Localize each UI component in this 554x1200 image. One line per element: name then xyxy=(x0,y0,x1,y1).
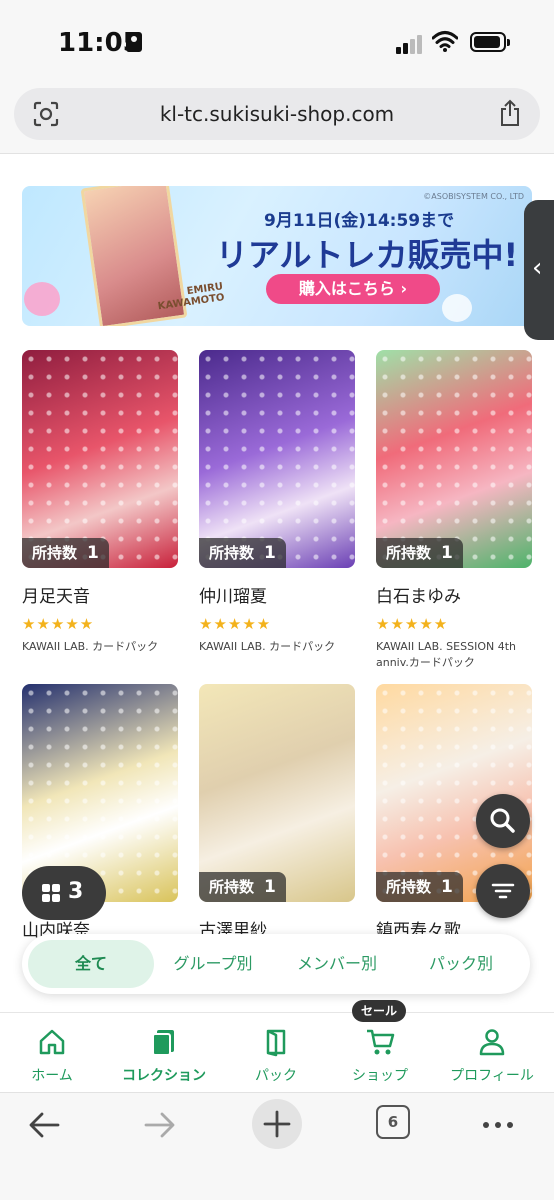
status-bar: 11:05 xyxy=(0,0,554,80)
nav-home-label: ホーム xyxy=(31,1068,73,1084)
promo-banner[interactable]: ©ASOBISYSTEM CO., LTD EMIRU KAWAMOTO 9月1… xyxy=(22,186,532,326)
owned-count-badge: 所持数 1 xyxy=(376,538,463,568)
search-button[interactable] xyxy=(476,794,530,848)
banner-headline: リアルトレカ販売中! xyxy=(215,236,519,274)
owned-count-badge: 所持数 1 xyxy=(199,538,286,568)
new-tab-button[interactable] xyxy=(252,1099,302,1149)
nav-collection-label: コレクション xyxy=(122,1068,206,1084)
card-item[interactable]: 所持数 1 白石まゆみ ★★★★★ KAWAII LAB. SESSION 4th… xyxy=(376,350,532,671)
nav-pack-label: パック xyxy=(255,1068,297,1084)
tab-by-group[interactable]: グループ別 xyxy=(150,940,276,988)
app-bottom-nav: ホーム コレクション パック ショップ プロフィール xyxy=(0,1012,554,1092)
card-name: 月足天音 xyxy=(22,587,90,607)
banner-copyright: ©ASOBISYSTEM CO., LTD xyxy=(423,192,524,201)
heart-decoration xyxy=(24,282,60,316)
nav-profile[interactable]: プロフィール xyxy=(442,1027,542,1085)
pack-icon xyxy=(266,1029,286,1057)
tabs-icon[interactable]: 6 xyxy=(376,1105,410,1139)
rarity-stars: ★★★★★ xyxy=(199,615,272,633)
card-pack: KAWAII LAB. カードパック xyxy=(199,640,336,653)
rarity-stars: ★★★★★ xyxy=(22,615,95,633)
nav-home[interactable]: ホーム xyxy=(2,1027,102,1085)
card-image[interactable]: 所持数 1 xyxy=(22,350,178,568)
address-bar[interactable]: kl-tc.sukisuki-shop.com xyxy=(14,88,540,140)
collection-icon xyxy=(152,1030,174,1056)
browser-address-area: kl-tc.sukisuki-shop.com xyxy=(0,80,554,154)
card-item[interactable]: 所持数 1 古澤里紗 xyxy=(199,684,355,941)
battery-icon xyxy=(470,32,510,52)
collection-count-button[interactable]: 3 xyxy=(22,866,106,920)
chevron-left-icon: ‹ xyxy=(532,253,543,283)
collection-count: 3 xyxy=(68,879,84,904)
tab-by-member[interactable]: メンバー別 xyxy=(274,940,400,988)
card-name: 白石まゆみ xyxy=(376,587,461,607)
search-icon xyxy=(490,808,515,833)
back-icon[interactable] xyxy=(26,1105,62,1145)
nav-pack[interactable]: パック xyxy=(226,1027,326,1085)
tab-all[interactable]: 全て xyxy=(28,940,154,988)
cart-icon xyxy=(367,1029,395,1055)
url-text[interactable]: kl-tc.sukisuki-shop.com xyxy=(14,102,540,126)
home-icon xyxy=(39,1029,65,1055)
owned-count-badge: 所持数 1 xyxy=(376,872,463,902)
browser-toolbar: 6 xyxy=(0,1092,554,1200)
id-card-icon xyxy=(126,32,142,52)
filter-tabs: 全て グループ別 メンバー別 パック別 xyxy=(22,934,530,994)
owned-count-badge: 所持数 1 xyxy=(22,538,109,568)
grid-icon xyxy=(42,884,60,902)
card-pack: KAWAII LAB. SESSION 4th anniv.カードパック xyxy=(376,640,516,669)
tab-by-pack[interactable]: パック別 xyxy=(398,940,524,988)
card-image[interactable]: 所持数 1 xyxy=(199,684,355,902)
card-image[interactable]: 所持数 1 xyxy=(376,350,532,568)
forward-icon[interactable] xyxy=(142,1105,178,1145)
heart-decoration xyxy=(442,294,472,322)
nav-profile-label: プロフィール xyxy=(450,1068,534,1084)
plus-icon xyxy=(263,1110,291,1138)
nav-shop[interactable]: ショップ xyxy=(330,1027,430,1085)
nav-collection[interactable]: コレクション xyxy=(114,1027,214,1085)
share-icon[interactable] xyxy=(498,99,522,127)
more-icon[interactable] xyxy=(478,1105,518,1145)
sale-badge: セール xyxy=(352,1000,406,1022)
owned-count-badge: 所持数 1 xyxy=(199,872,286,902)
side-drawer-tab[interactable]: ‹ xyxy=(524,200,554,340)
wifi-icon xyxy=(432,31,458,52)
filter-icon xyxy=(491,883,515,899)
banner-deadline: 9月11日(金)14:59まで xyxy=(264,211,455,231)
card-item[interactable]: 所持数 1 月足天音 ★★★★★ KAWAII LAB. カードパック xyxy=(22,350,178,655)
rarity-stars: ★★★★★ xyxy=(376,615,449,633)
nav-shop-label: ショップ xyxy=(352,1068,408,1084)
card-pack: KAWAII LAB. カードパック xyxy=(22,640,159,653)
profile-icon xyxy=(479,1029,505,1056)
banner-purchase-button[interactable]: 購入はこちら › xyxy=(266,274,440,304)
card-item[interactable]: 所持数 1 仲川瑠夏 ★★★★★ KAWAII LAB. カードパック xyxy=(199,350,355,655)
card-image[interactable]: 所持数 1 xyxy=(199,350,355,568)
card-name: 仲川瑠夏 xyxy=(199,587,267,607)
filter-button[interactable] xyxy=(476,864,530,918)
cellular-signal-icon xyxy=(396,34,426,54)
